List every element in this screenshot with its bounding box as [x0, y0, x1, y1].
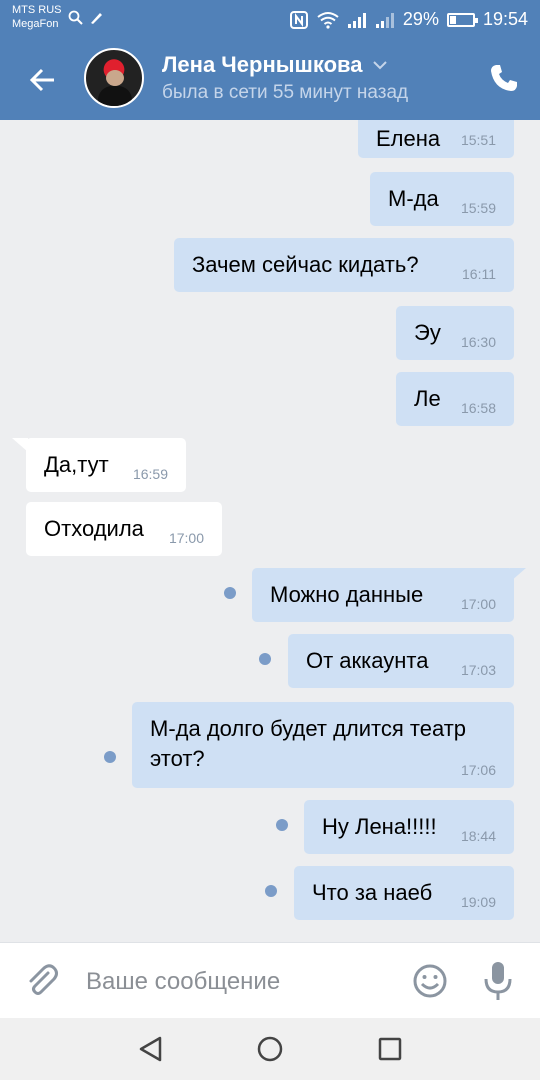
- search-status-icon: [68, 10, 83, 25]
- message-list[interactable]: Елена 15:51 М-да 15:59 Зачем сейчас кидать? 1…: [0, 120, 540, 942]
- chat-header: Лена Чернышкова была в сети 55 минут наз…: [0, 40, 540, 120]
- outgoing-message[interactable]: Ну Лена!!!!! 18:44: [304, 800, 514, 854]
- message-text: Елена: [376, 126, 441, 151]
- phone-icon: [491, 65, 517, 91]
- outgoing-message[interactable]: М-да 15:59: [370, 172, 514, 226]
- unread-indicator: [224, 587, 236, 599]
- bubble-tail: [510, 568, 526, 582]
- message-time: 16:59: [132, 466, 168, 482]
- smiley-icon: [413, 964, 447, 998]
- call-button[interactable]: [488, 62, 520, 94]
- message-time: 16:58: [460, 400, 496, 416]
- message-text: Ну Лена!!!!!: [322, 814, 437, 839]
- message-time: 15:51: [460, 132, 496, 148]
- outgoing-message[interactable]: От аккаунта 17:03: [288, 634, 514, 688]
- message-time: 17:03: [460, 662, 496, 678]
- outgoing-message[interactable]: М-да долго будет длится театр этот? 17:06: [132, 702, 514, 788]
- message-time: 16:11: [462, 266, 496, 282]
- message-time: 19:09: [460, 894, 496, 910]
- nav-home-button[interactable]: [255, 1034, 285, 1064]
- status-time: 19:54: [482, 9, 528, 29]
- wifi-icon: [317, 11, 339, 29]
- unread-indicator: [265, 885, 277, 897]
- signal-icon-2: [375, 12, 394, 28]
- nfc-icon: [289, 10, 308, 29]
- message-time: 17:06: [460, 762, 496, 778]
- carrier-line-2: MegaFon: [12, 18, 59, 30]
- carrier-line-1: MTS RUS: [12, 4, 62, 16]
- message-text: Ле: [414, 386, 441, 411]
- signal-icon-1: [347, 12, 366, 28]
- message-time: 16:30: [460, 334, 496, 350]
- message-time: 17:00: [168, 530, 204, 546]
- message-text: Отходила: [44, 516, 144, 541]
- attach-button[interactable]: [22, 961, 62, 1001]
- message-text: От аккаунта: [306, 648, 429, 673]
- battery-percent: 29%: [402, 9, 439, 29]
- message-text: Можно данные: [270, 582, 424, 607]
- vk-status-icon: [91, 13, 102, 24]
- chevron-down-icon: [373, 61, 388, 70]
- outgoing-message[interactable]: Зачем сейчас кидать? 16:11: [174, 238, 514, 292]
- carrier-info: MTS RUS MegaFon: [12, 3, 62, 31]
- message-time: 17:00: [460, 596, 496, 612]
- battery-fill: [449, 15, 456, 24]
- incoming-message[interactable]: Да,тут 16:59: [26, 438, 186, 492]
- emoji-button[interactable]: [410, 961, 450, 1001]
- battery-icon: [446, 12, 478, 27]
- outgoing-message[interactable]: Можно данные 17:00: [252, 568, 514, 622]
- nav-back-button[interactable]: [136, 1034, 166, 1064]
- contact-name-text: Лена Чернышкова: [162, 52, 363, 77]
- voice-message-button[interactable]: [478, 959, 518, 1003]
- arrow-left-icon: [29, 68, 54, 92]
- message-text: Что за наеб: [312, 880, 433, 905]
- incoming-message[interactable]: Отходила 17:00: [26, 502, 222, 556]
- unread-indicator: [104, 751, 116, 763]
- system-nav-bar: [0, 1018, 540, 1080]
- square-recent-icon: [378, 1037, 402, 1061]
- message-text: Эу: [414, 320, 441, 345]
- outgoing-message[interactable]: Эу 16:30: [396, 306, 514, 360]
- nav-recent-button[interactable]: [375, 1034, 405, 1064]
- unread-indicator: [259, 653, 271, 665]
- contact-avatar[interactable]: [84, 48, 144, 108]
- composer: [0, 942, 540, 1018]
- contact-name[interactable]: Лена Чернышкова: [162, 52, 388, 78]
- bubble-tail: [12, 438, 28, 452]
- paperclip-icon: [29, 964, 58, 995]
- outgoing-message[interactable]: Ле 16:58: [396, 372, 514, 426]
- message-text: М-да долго будет длится театр этот?: [150, 716, 467, 771]
- outgoing-message[interactable]: Что за наеб 19:09: [294, 866, 514, 920]
- status-bar: MTS RUS MegaFon 29% 19:54: [0, 0, 540, 40]
- message-text: М-да: [388, 186, 439, 211]
- outgoing-message[interactable]: Елена 15:51: [358, 120, 514, 158]
- back-button[interactable]: [22, 60, 62, 100]
- unread-indicator: [276, 819, 288, 831]
- message-input[interactable]: [86, 965, 386, 999]
- contact-status: была в сети 55 минут назад: [162, 82, 409, 103]
- triangle-back-icon: [139, 1036, 162, 1062]
- circle-home-icon: [257, 1036, 283, 1062]
- message-text: Зачем сейчас кидать?: [192, 252, 419, 277]
- message-time: 18:44: [460, 828, 496, 844]
- message-text: Да,тут: [44, 452, 109, 477]
- microphone-icon: [484, 962, 512, 1000]
- message-time: 15:59: [460, 200, 496, 216]
